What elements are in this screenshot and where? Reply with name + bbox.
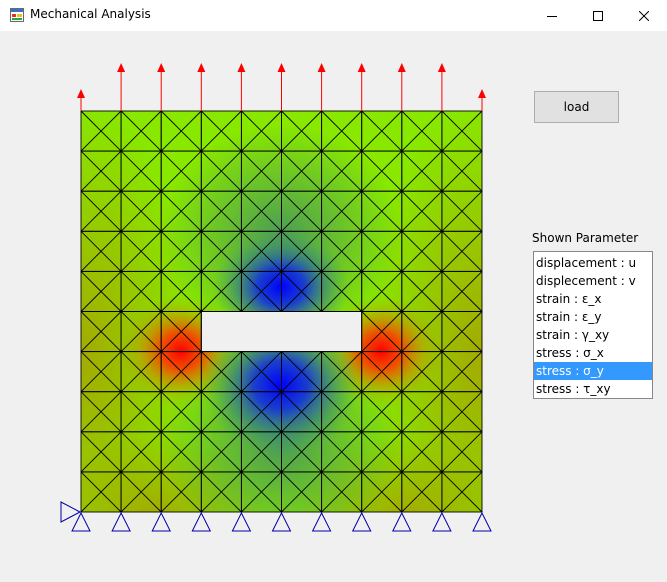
roller-support-icon [472,511,492,532]
list-item[interactable]: displecement : v [534,272,652,290]
arrow-up-icon [397,63,406,72]
minimize-icon [547,15,557,17]
arrow-up-icon [437,63,446,72]
roller-support-icon [311,511,332,532]
roller-support-icon [271,511,292,532]
arrow-up-icon [237,63,246,72]
roller-support-icon [111,511,131,532]
roller-support-icon [432,511,452,532]
arrow-up-icon [357,63,366,72]
title-bar[interactable]: Mechanical Analysis [0,0,667,31]
list-item[interactable]: strain : ε_y [534,308,652,326]
roller-support-icon [391,511,412,532]
arrow-up-icon [277,63,286,72]
list-item[interactable]: strain : ε_x [534,290,652,308]
close-button[interactable] [621,0,667,31]
maximize-button[interactable] [575,0,621,31]
pin-support-icon [60,501,82,523]
shown-parameter-label: Shown Parameter [532,231,639,245]
roller-support-icon [191,511,212,532]
arrow-up-icon [157,63,166,72]
load-arrows [77,63,486,111]
roller-support-icon [351,511,372,532]
roller-support-icon [151,511,172,532]
arrow-up-icon [317,63,326,72]
model-canvas [55,55,500,541]
list-item[interactable]: stress : σ_x [534,344,652,362]
window-title: Mechanical Analysis [30,7,151,21]
list-item[interactable]: stress : τ_xy [534,380,652,398]
maximize-icon [593,10,603,21]
arrow-up-icon [197,63,206,72]
arrow-up-icon [77,89,85,98]
load-button[interactable]: load [534,91,619,123]
list-item[interactable]: displacement : u [534,254,652,272]
fem-plot [60,63,492,532]
roller-supports [71,511,492,532]
parameter-listbox[interactable]: displacement : u displecement : v strain… [533,251,653,399]
hole-cutout [200,311,363,353]
close-icon [639,10,649,21]
minimize-button[interactable] [529,0,575,31]
roller-support-icon [71,511,91,532]
app-window-icon [10,8,24,22]
list-item[interactable]: stress : σ_y [534,362,652,380]
mesh-grid [80,110,483,513]
arrow-up-icon [478,89,486,98]
roller-support-icon [231,511,252,532]
arrow-up-icon [117,63,126,72]
list-item[interactable]: strain : γ_xy [534,326,652,344]
